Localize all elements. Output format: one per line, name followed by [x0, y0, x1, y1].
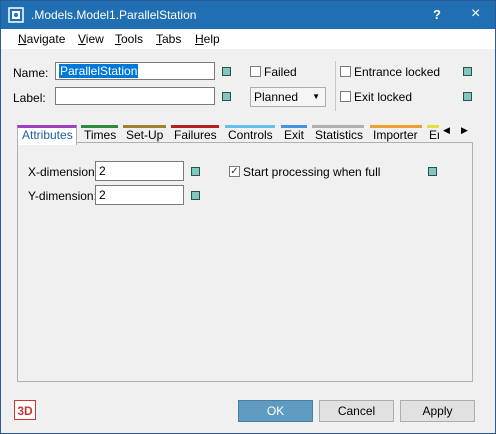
ok-button[interactable]: OK: [238, 400, 313, 422]
chevron-down-icon: ▼: [312, 92, 320, 101]
tab-times-label: Times: [84, 128, 117, 142]
name-value: ParallelStation: [59, 64, 139, 78]
apply-button[interactable]: Apply: [400, 400, 475, 422]
y-dimension-label: Y-dimension:: [28, 189, 97, 203]
label-input[interactable]: [55, 87, 215, 105]
3d-button[interactable]: 3D: [14, 400, 36, 420]
menu-navigate[interactable]: Navigate: [18, 32, 65, 46]
name-inherit-indicator[interactable]: [222, 67, 231, 76]
tab-scroll-left-icon[interactable]: ◀: [443, 125, 450, 136]
menu-bar: Navigate View Tools Tabs Help: [1, 29, 495, 49]
start-processing-label: Start processing when full: [243, 165, 381, 179]
planned-value: Planned: [254, 90, 299, 104]
label-label: Label:: [13, 91, 46, 105]
failed-label: Failed: [264, 65, 297, 79]
menu-tabs[interactable]: Tabs: [156, 32, 181, 46]
y-dimension-input[interactable]: 2: [95, 185, 184, 205]
exit-inherit-indicator[interactable]: [463, 92, 472, 101]
planned-dropdown[interactable]: Planned ▼: [250, 87, 326, 107]
cancel-button[interactable]: Cancel: [319, 400, 394, 422]
tab-exit-label: Exit: [284, 128, 305, 142]
entrance-inherit-indicator[interactable]: [463, 67, 472, 76]
tab-attributes-label: Attributes: [22, 128, 73, 142]
app-icon: [8, 7, 24, 23]
tab-attributes[interactable]: Attributes: [17, 125, 77, 145]
exit-locked-label: Exit locked: [354, 90, 413, 104]
entrance-locked-checkbox[interactable]: [340, 66, 351, 77]
tab-importer-label: Importer: [373, 128, 418, 142]
start-processing-checkbox[interactable]: ✓: [229, 166, 240, 177]
help-icon[interactable]: ?: [433, 7, 441, 22]
failed-checkbox[interactable]: [250, 66, 261, 77]
tab-set-up-label: Set-Up: [126, 128, 164, 142]
x-dimension-label: X-dimension:: [28, 165, 99, 179]
x-dimension-input[interactable]: 2: [95, 161, 184, 181]
x-dimension-inherit-indicator[interactable]: [191, 167, 200, 176]
attributes-panel: X-dimension: 2 Y-dimension: 2 ✓ Start pr…: [17, 142, 473, 382]
tab-failures-label: Failures: [174, 128, 217, 142]
label-inherit-indicator[interactable]: [222, 92, 231, 101]
title-bar: .Models.Model1.ParallelStation ? ×: [1, 1, 495, 29]
menu-view[interactable]: View: [78, 32, 104, 46]
tab-scroll-right-icon[interactable]: ▶: [461, 125, 468, 136]
tab-statistics-label: Statistics: [315, 128, 364, 142]
y-dimension-inherit-indicator[interactable]: [191, 191, 200, 200]
entrance-locked-label: Entrance locked: [354, 65, 441, 79]
name-input[interactable]: ParallelStation: [55, 62, 215, 80]
menu-help[interactable]: Help: [195, 32, 220, 46]
dialog-window: .Models.Model1.ParallelStation ? × Navig…: [0, 0, 496, 434]
tab-controls-label: Controls: [228, 128, 273, 142]
start-processing-inherit-indicator[interactable]: [428, 167, 437, 176]
divider: [335, 61, 336, 111]
exit-locked-checkbox[interactable]: [340, 91, 351, 102]
tab-er-label: Er: [429, 128, 439, 142]
menu-tools[interactable]: Tools: [115, 32, 143, 46]
window-title: .Models.Model1.ParallelStation: [31, 8, 197, 22]
name-label: Name:: [13, 66, 49, 80]
close-icon[interactable]: ×: [471, 5, 480, 23]
